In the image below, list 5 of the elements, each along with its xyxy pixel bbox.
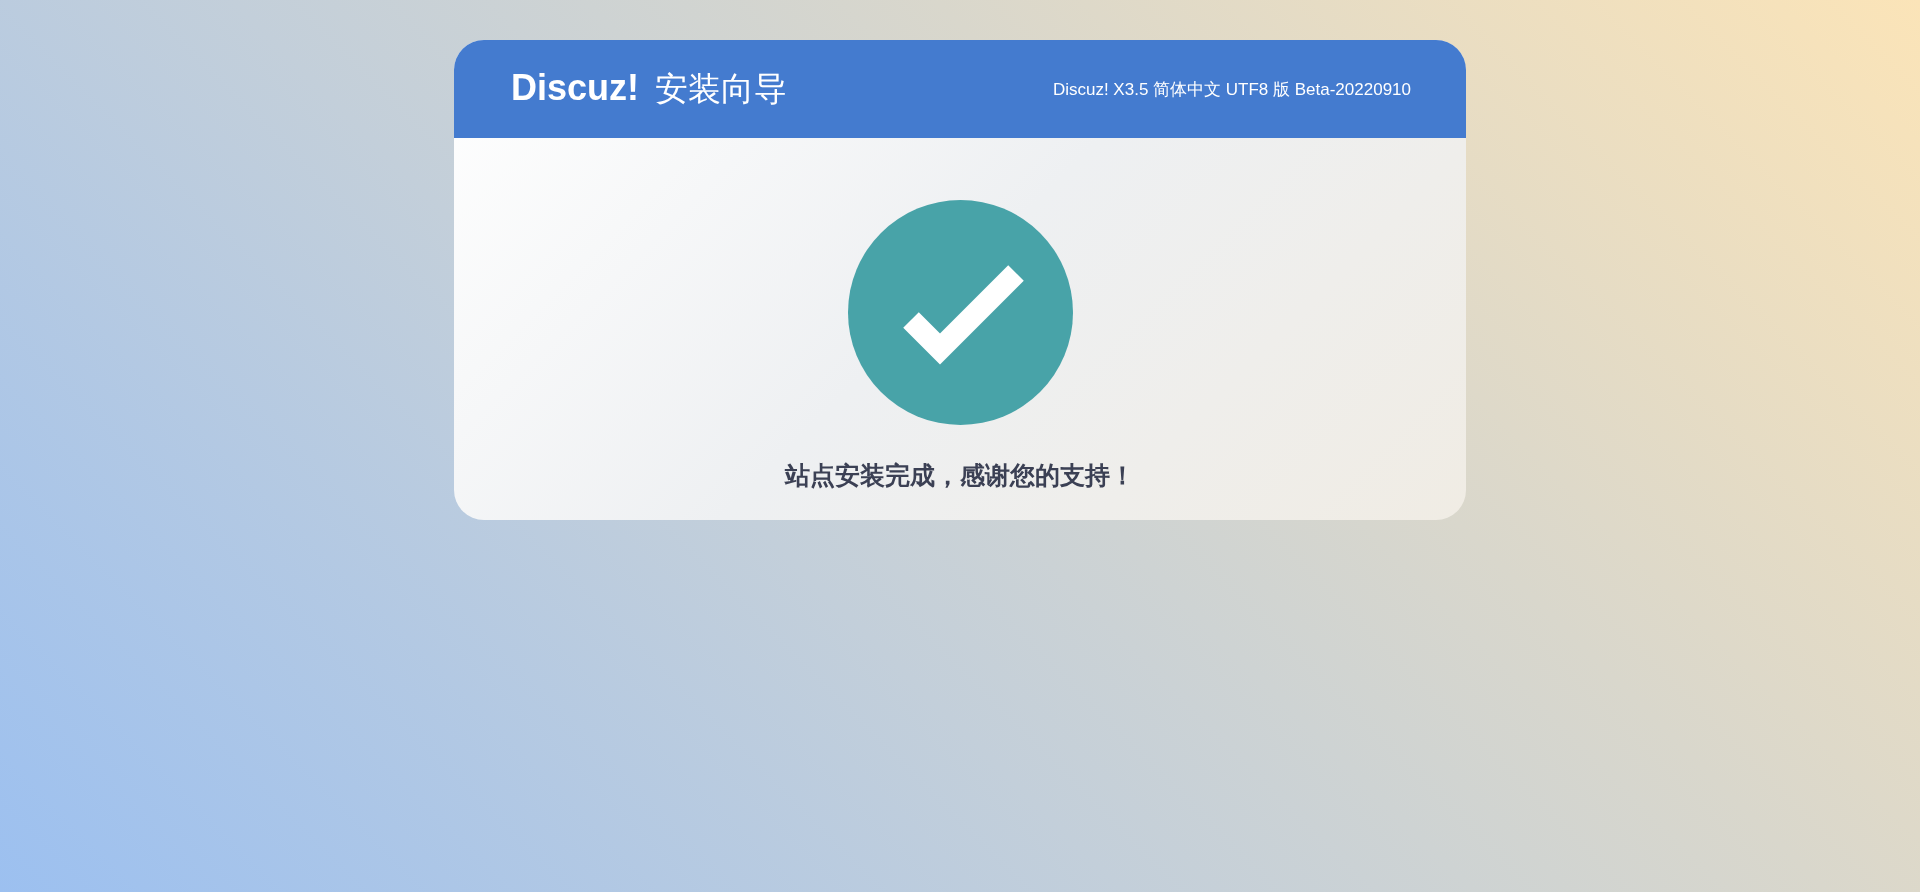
header-title: 安装向导 (655, 67, 788, 110)
check-circle-icon (847, 200, 1073, 425)
success-message: 站点安装完成，感谢您的支持！ (785, 460, 1135, 492)
version-text: Discuz! X3.5 简体中文 UTF8 版 Beta-20220910 (1052, 78, 1411, 101)
logo-text: Discuz! (511, 66, 640, 109)
